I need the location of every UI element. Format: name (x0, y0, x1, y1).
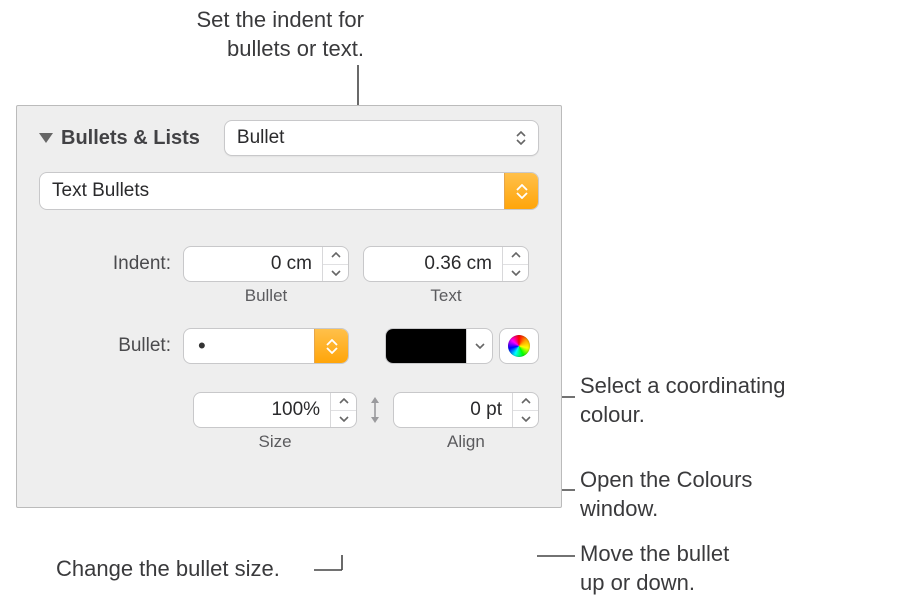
callout-indent-text: Set the indent for bullets or text. (196, 7, 364, 61)
size-stepper[interactable]: 100% (193, 392, 357, 428)
callout-indent: Set the indent for bullets or text. (124, 6, 364, 63)
chevron-down-icon[interactable] (513, 411, 538, 428)
indent-bullet-value[interactable]: 0 cm (184, 247, 322, 281)
callout-swatch: Select a coordinating colour. (580, 372, 785, 429)
chevron-up-icon[interactable] (503, 247, 528, 265)
size-sublabel: Size (193, 432, 357, 452)
color-swatch (386, 329, 466, 363)
list-style-select[interactable]: Bullet (224, 120, 539, 156)
size-value[interactable]: 100% (194, 393, 330, 427)
indent-bullet-stepper[interactable]: 0 cm (183, 246, 349, 282)
color-swatch-select[interactable] (385, 328, 493, 364)
callout-wheel-text: Open the Colours window. (580, 467, 752, 521)
callout-swatch-text: Select a coordinating colour. (580, 373, 785, 427)
stepper-buttons[interactable] (330, 393, 356, 427)
chevron-down-icon[interactable] (503, 265, 528, 282)
bullet-char-value: • (184, 335, 212, 357)
callout-align-text: Move the bullet up or down. (580, 541, 729, 595)
bullet-type-value: Text Bullets (40, 180, 504, 202)
bullet-character-select[interactable]: • (183, 328, 349, 364)
indent-bullet-sublabel: Bullet (183, 286, 349, 306)
section-title-text: Bullets & Lists (61, 127, 200, 150)
indent-text-sublabel: Text (363, 286, 529, 306)
chevron-up-down-icon (504, 173, 538, 209)
chevron-down-icon (466, 329, 492, 363)
chevron-up-down-icon (512, 131, 538, 145)
align-sublabel: Align (393, 432, 539, 452)
color-wheel-icon (508, 335, 530, 357)
disclosure-triangle-icon[interactable] (39, 131, 53, 145)
callout-wheel: Open the Colours window. (580, 466, 752, 523)
align-stepper[interactable]: 0 pt (393, 392, 539, 428)
color-wheel-button[interactable] (499, 328, 539, 364)
chevron-down-icon[interactable] (331, 411, 356, 428)
chevron-up-down-icon (314, 329, 348, 363)
indent-text-stepper[interactable]: 0.36 cm (363, 246, 529, 282)
callout-size-text: Change the bullet size. (56, 556, 280, 581)
indent-text-value[interactable]: 0.36 cm (364, 247, 502, 281)
callout-align: Move the bullet up or down. (580, 540, 729, 597)
stepper-buttons[interactable] (512, 393, 538, 427)
vertical-resize-icon (365, 392, 385, 428)
chevron-up-icon[interactable] (513, 393, 538, 411)
bullet-label: Bullet: (39, 335, 183, 357)
indent-label: Indent: (39, 246, 183, 275)
stepper-buttons[interactable] (502, 247, 528, 281)
stepper-buttons[interactable] (322, 247, 348, 281)
section-header[interactable]: Bullets & Lists (39, 127, 200, 150)
chevron-up-icon[interactable] (331, 393, 356, 411)
bullet-type-select[interactable]: Text Bullets (39, 172, 539, 210)
bullets-lists-panel: Bullets & Lists Bullet Text Bullets Inde… (16, 105, 562, 508)
callout-size: Change the bullet size. (56, 555, 280, 584)
list-style-value: Bullet (225, 127, 512, 149)
chevron-down-icon[interactable] (323, 265, 348, 282)
align-value[interactable]: 0 pt (394, 393, 512, 427)
chevron-up-icon[interactable] (323, 247, 348, 265)
